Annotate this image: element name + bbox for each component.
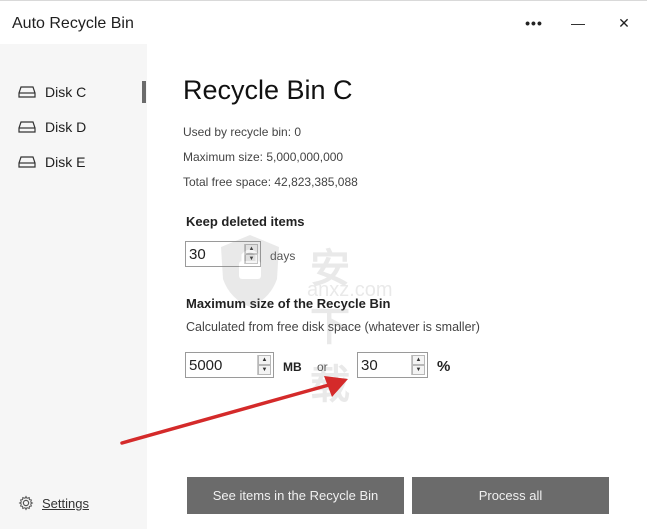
page-title: Recycle Bin C	[183, 75, 353, 105]
disk-icon	[18, 86, 36, 98]
minimize-button[interactable]: —	[561, 10, 595, 36]
keep-deleted-heading: Keep deleted items	[186, 214, 305, 229]
app-window: Auto Recycle Bin ••• — ✕ Disk C Disk D D…	[0, 0, 647, 529]
sidebar-item-disk-c[interactable]: Disk C	[18, 81, 86, 103]
or-label: or	[317, 360, 328, 374]
decrement-arrow[interactable]: ▼	[245, 254, 258, 264]
sidebar-item-disk-d[interactable]: Disk D	[18, 116, 86, 138]
mb-unit: MB	[283, 360, 302, 374]
process-all-button[interactable]: Process all	[412, 477, 609, 514]
more-options-button[interactable]: •••	[517, 10, 551, 36]
max-percent-stepper[interactable]: 30 ▲ ▼	[357, 352, 428, 378]
keep-days-value[interactable]: 30	[186, 242, 244, 266]
see-items-button[interactable]: See items in the Recycle Bin	[187, 477, 404, 514]
sidebar-item-label: Disk D	[45, 119, 87, 135]
title-bar: Auto Recycle Bin ••• — ✕	[0, 2, 647, 44]
total-free-space: Total free space: 42,823,385,088	[183, 175, 358, 189]
disk-icon	[18, 121, 36, 133]
used-by-recycle-bin: Used by recycle bin: 0	[183, 125, 302, 139]
sidebar-item-disk-e[interactable]: Disk E	[18, 151, 85, 173]
max-percent-value[interactable]: 30	[358, 353, 411, 377]
maximum-size: Maximum size: 5,000,000,000	[183, 150, 344, 164]
increment-arrow[interactable]: ▲	[412, 355, 425, 365]
increment-arrow[interactable]: ▲	[245, 244, 258, 254]
max-size-heading: Maximum size of the Recycle Bin	[186, 296, 391, 311]
days-unit: days	[270, 249, 296, 263]
keep-days-stepper[interactable]: 30 ▲ ▼	[185, 241, 261, 267]
sidebar: Disk C Disk D Disk E Settings	[0, 44, 147, 529]
settings-label: Settings	[42, 495, 89, 511]
red-arrow-annotation	[120, 376, 348, 445]
percent-unit: %	[437, 358, 451, 375]
sidebar-item-label: Disk C	[45, 84, 87, 100]
sidebar-item-label: Disk E	[45, 154, 86, 170]
disk-icon	[18, 156, 36, 168]
settings-link[interactable]: Settings	[18, 493, 89, 513]
decrement-arrow[interactable]: ▼	[412, 365, 425, 375]
app-title: Auto Recycle Bin	[12, 15, 134, 32]
selected-item-indicator	[142, 81, 146, 103]
increment-arrow[interactable]: ▲	[258, 355, 271, 365]
close-button[interactable]: ✕	[607, 10, 641, 36]
max-size-subtitle: Calculated from free disk space (whateve…	[186, 320, 480, 334]
main-panel: Recycle Bin C Used by recycle bin: 0 Max…	[147, 44, 647, 529]
gear-icon	[18, 495, 34, 511]
